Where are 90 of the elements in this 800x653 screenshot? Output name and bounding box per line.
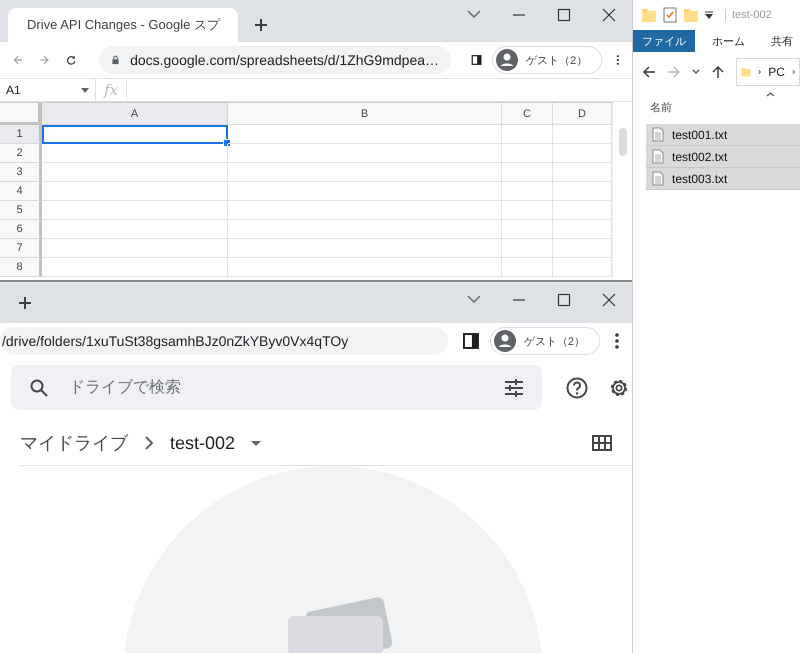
- row-header[interactable]: 1: [0, 125, 42, 144]
- table-cell[interactable]: [502, 125, 553, 144]
- checklist-icon[interactable]: [663, 7, 677, 23]
- table-cell[interactable]: [42, 182, 228, 201]
- dropdown-caret-icon[interactable]: [251, 440, 262, 446]
- breadcrumb-link[interactable]: マイドライブ: [20, 431, 128, 455]
- profile-button[interactable]: ゲスト（2）: [490, 327, 600, 355]
- address-bar[interactable]: /drive/folders/1xuTuSt38gsamhBJz0nZkYByv0Vx4qTOy: [0, 327, 448, 355]
- name-box[interactable]: A1: [0, 79, 96, 101]
- text-file-icon: [652, 171, 664, 186]
- table-cell[interactable]: [502, 201, 553, 220]
- avatar-icon: [494, 330, 516, 352]
- ribbon-tab[interactable]: 共有: [762, 30, 800, 52]
- row-header[interactable]: 8: [0, 258, 42, 277]
- window-title: test-002: [725, 9, 772, 21]
- help-icon[interactable]: [566, 376, 588, 398]
- menu-icon[interactable]: [614, 332, 620, 350]
- row-header[interactable]: 3: [0, 163, 42, 182]
- dropdown-caret-icon: [81, 88, 89, 92]
- sort-caret-icon[interactable]: [766, 92, 775, 97]
- folder-icon[interactable]: [641, 6, 657, 24]
- maximize-icon[interactable]: [555, 6, 573, 24]
- search-bar[interactable]: ドライブで検索: [11, 365, 542, 410]
- column-header[interactable]: A: [42, 103, 228, 125]
- browser-tab[interactable]: Drive API Changes - Google スプ: [8, 8, 238, 42]
- file-row[interactable]: test001.txt: [646, 124, 800, 146]
- ribbon-tab[interactable]: ホーム: [703, 30, 754, 52]
- table-cell[interactable]: [502, 258, 553, 277]
- table-cell[interactable]: [42, 201, 228, 220]
- text-file-icon: [652, 149, 664, 164]
- close-icon[interactable]: [600, 290, 618, 308]
- row-header[interactable]: 5: [0, 201, 42, 220]
- breadcrumb-link[interactable]: test-002: [170, 432, 236, 454]
- table-cell[interactable]: [228, 182, 502, 201]
- selected-cell[interactable]: [42, 125, 228, 144]
- file-row[interactable]: test003.txt: [646, 168, 800, 190]
- file-row[interactable]: test002.txt: [646, 146, 800, 168]
- up-arrow-icon[interactable]: [711, 65, 725, 79]
- filter-sliders-icon[interactable]: [504, 378, 524, 396]
- grid-view-icon[interactable]: [592, 435, 612, 451]
- table-cell[interactable]: [228, 258, 502, 277]
- address-bar[interactable]: docs.google.com/spreadsheets/d/1ZhG9mdpea…: [99, 46, 452, 74]
- table-cell[interactable]: [228, 163, 502, 182]
- close-icon[interactable]: [600, 6, 618, 24]
- table-cell[interactable]: [42, 144, 228, 163]
- new-tab-icon[interactable]: [252, 16, 270, 34]
- table-cell[interactable]: [42, 220, 228, 239]
- fill-handle[interactable]: [223, 139, 231, 147]
- table-cell[interactable]: [42, 258, 228, 277]
- column-header[interactable]: C: [502, 103, 553, 125]
- search-field[interactable]: ドライブで検索: [67, 378, 486, 398]
- table-cell[interactable]: [502, 182, 553, 201]
- table-cell[interactable]: [502, 163, 553, 182]
- column-header[interactable]: D: [553, 103, 612, 125]
- row-header[interactable]: 7: [0, 239, 42, 258]
- table-cell[interactable]: [228, 220, 502, 239]
- table-cell[interactable]: [42, 163, 228, 182]
- lock-icon: [111, 53, 120, 67]
- table-cell[interactable]: [42, 239, 228, 258]
- row-header[interactable]: 2: [0, 144, 42, 163]
- row-header[interactable]: 4: [0, 182, 42, 201]
- tab-title: Drive API Changes - Google スプ: [27, 16, 220, 34]
- table-cell[interactable]: [228, 125, 502, 144]
- table-cell[interactable]: [502, 239, 553, 258]
- chevron-right-icon: [144, 436, 154, 450]
- forward-arrow-icon[interactable]: [667, 65, 681, 79]
- scrollbar-thumb[interactable]: [618, 128, 626, 156]
- table-cell[interactable]: [228, 239, 502, 258]
- chevron-right-icon: [758, 68, 762, 76]
- avatar-icon: [496, 49, 518, 71]
- table-cell[interactable]: [502, 220, 553, 239]
- corner-cell[interactable]: [0, 103, 42, 125]
- table-cell[interactable]: [228, 144, 502, 163]
- side-panel-icon[interactable]: [462, 332, 480, 350]
- folder-icon[interactable]: [683, 6, 699, 24]
- column-header[interactable]: 名前: [650, 100, 800, 115]
- ribbon-tab[interactable]: ファイル: [633, 30, 695, 52]
- dropdown-arrow-icon[interactable]: [705, 11, 713, 19]
- text-file-icon: [652, 127, 664, 142]
- chevron-down-icon[interactable]: [692, 69, 700, 75]
- formula-label: fx: [96, 81, 128, 99]
- table-cell[interactable]: [228, 201, 502, 220]
- search-icon: [29, 378, 49, 398]
- row-header[interactable]: 6: [0, 220, 42, 239]
- back-arrow-icon[interactable]: [642, 65, 656, 79]
- column-header[interactable]: B: [228, 103, 502, 125]
- table-cell[interactable]: [502, 144, 553, 163]
- address-bar[interactable]: PC: [736, 58, 800, 86]
- chevron-right-icon: [792, 68, 795, 76]
- profile-button[interactable]: ゲスト（2）: [492, 46, 602, 74]
